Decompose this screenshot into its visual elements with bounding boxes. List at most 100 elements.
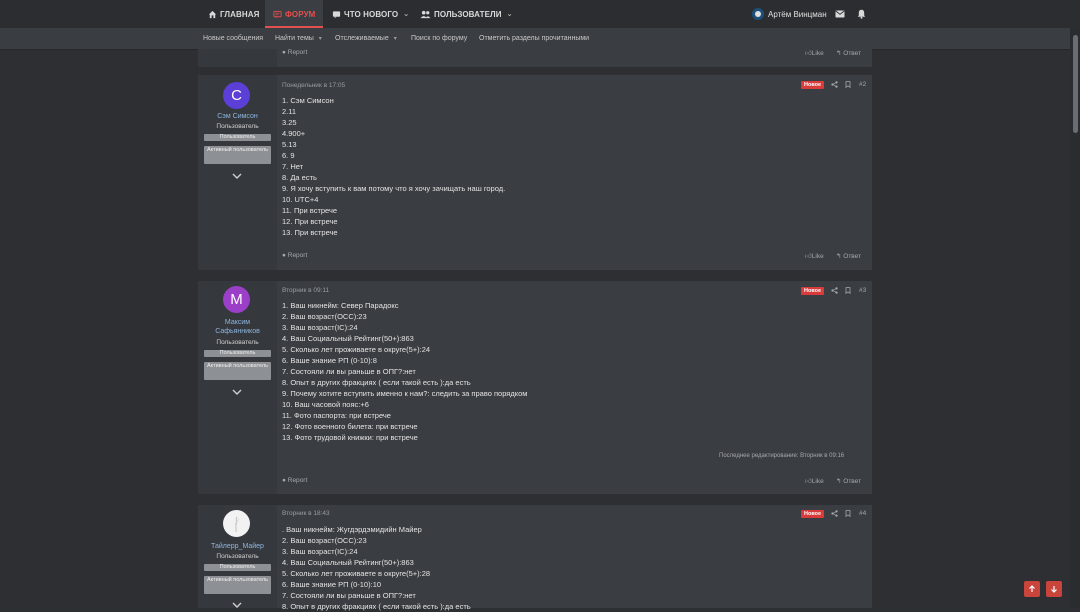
post-user-column bbox=[198, 49, 277, 67]
reply-icon: ↰ bbox=[836, 50, 842, 57]
subnav-watched[interactable]: Отслеживаемые ▾ bbox=[335, 28, 397, 49]
reply-icon: ↰ bbox=[836, 478, 842, 485]
post-main: Понедельник в 17:05 Новое #2 1. Сэм Симс… bbox=[277, 75, 872, 270]
chevron-down-icon: ▾ bbox=[318, 36, 322, 42]
post-main: Вторник в 18:43 Новое #4 . Ваш никнейм: … bbox=[277, 505, 872, 611]
post-user-column: С Сэм Симсон Пользователь Пользователь А… bbox=[198, 75, 277, 270]
chat-icon bbox=[332, 10, 341, 18]
nav-whats-new-label: ЧТО НОВОГО bbox=[344, 9, 399, 19]
chevron-down-icon: ▾ bbox=[393, 36, 397, 42]
nav-users[interactable]: ПОЛЬЗОВАТЕЛИ ⌄ bbox=[414, 0, 519, 28]
username-link[interactable]: Сэм Симсон bbox=[198, 112, 277, 121]
post-body: . Ваш никнейм: Жугдэрдэмидийн Майер 2. В… bbox=[282, 525, 471, 611]
reply-label: Ответ bbox=[843, 253, 862, 260]
username-link[interactable]: Максим Сафьянников bbox=[198, 318, 277, 336]
post: С Сэм Симсон Пользователь Пользователь А… bbox=[198, 75, 872, 270]
post: Тайлерр_Майер Пользователь Пользователь … bbox=[198, 505, 872, 611]
chevron-down-icon[interactable] bbox=[232, 388, 242, 396]
post-number[interactable]: #3 bbox=[859, 287, 866, 294]
edit-note: Последнее редактирование: Вторник в 09:1… bbox=[719, 453, 845, 459]
scrollbar-thumb[interactable] bbox=[1073, 35, 1078, 133]
bookmark-icon[interactable] bbox=[845, 287, 851, 294]
nav-home-label: ГЛАВНАЯ bbox=[220, 9, 260, 19]
user-title: Пользователь bbox=[216, 339, 259, 346]
like-button[interactable]: 👍︎Like bbox=[805, 252, 824, 260]
post-date[interactable]: Понедельник в 17:05 bbox=[282, 82, 345, 89]
report-label: Report bbox=[287, 477, 308, 484]
share-icon[interactable] bbox=[831, 81, 838, 88]
avatar bbox=[752, 8, 764, 20]
bookmark-icon[interactable] bbox=[845, 510, 851, 517]
new-badge: Новое bbox=[801, 510, 825, 518]
chevron-down-icon[interactable]: ⌄ bbox=[403, 10, 409, 18]
share-icon[interactable] bbox=[831, 287, 838, 294]
report-label: Report bbox=[287, 49, 308, 56]
scroll-up-button[interactable] bbox=[1024, 581, 1040, 597]
post-main: Вторник в 09:11 Новое #3 1. Ваш никнейм:… bbox=[277, 281, 872, 494]
report-icon: ● bbox=[282, 477, 286, 484]
user-badge: Пользователь bbox=[204, 564, 271, 571]
reply-label: Ответ bbox=[843, 478, 862, 485]
home-icon bbox=[208, 10, 217, 18]
forum-icon bbox=[273, 10, 282, 18]
subnav-mark-read[interactable]: Отметить разделы прочитанными bbox=[479, 28, 589, 49]
avatar-letter: М bbox=[230, 291, 243, 308]
username-link[interactable]: Тайлерр_Майер bbox=[198, 542, 277, 551]
arrow-up-icon bbox=[1029, 585, 1035, 592]
bell-icon[interactable] bbox=[857, 0, 866, 28]
report-button[interactable]: ● Report bbox=[282, 49, 307, 56]
report-icon: ● bbox=[282, 252, 286, 259]
chevron-down-icon[interactable] bbox=[232, 172, 242, 180]
user-menu[interactable]: Артём Винцман bbox=[752, 0, 827, 28]
post-main: ● Report 👍︎Like ↰ Ответ bbox=[277, 49, 872, 67]
avatar[interactable]: М bbox=[223, 286, 250, 313]
nav-home[interactable]: ГЛАВНАЯ bbox=[200, 0, 268, 28]
top-navigation bbox=[0, 0, 1080, 28]
nav-forum[interactable]: ФОРУМ bbox=[265, 0, 324, 28]
chevron-down-icon[interactable]: ⌄ bbox=[507, 10, 513, 18]
arrow-down-icon bbox=[1051, 586, 1057, 593]
like-label: Like bbox=[811, 50, 824, 57]
reply-button[interactable]: ↰ Ответ bbox=[836, 252, 861, 260]
like-label: Like bbox=[811, 478, 824, 485]
subnav-find-threads[interactable]: Найти темы ▾ bbox=[275, 28, 322, 49]
avatar[interactable]: С bbox=[223, 82, 250, 109]
user-title: Пользователь bbox=[216, 553, 259, 560]
like-button[interactable]: 👍︎Like bbox=[805, 477, 824, 485]
report-icon: ● bbox=[282, 49, 286, 56]
reply-button[interactable]: ↰ Ответ bbox=[836, 477, 861, 485]
report-button[interactable]: ● Report bbox=[282, 477, 307, 484]
username: Артём Винцман bbox=[768, 9, 827, 19]
post-number[interactable]: #4 bbox=[859, 510, 866, 517]
reply-button[interactable]: ↰ Ответ bbox=[836, 49, 861, 57]
scroll-down-button[interactable] bbox=[1046, 581, 1062, 597]
thumbs-up-icon: 👍︎ bbox=[805, 253, 812, 260]
bookmark-icon[interactable] bbox=[845, 81, 851, 88]
avatar-letter: С bbox=[231, 87, 242, 104]
nav-forum-label: ФОРУМ bbox=[285, 9, 316, 19]
thumbs-up-icon: 👍︎ bbox=[805, 50, 812, 57]
post-body: 1. Сэм Симсон 2.11 3.25 4.900+ 5.13 6. 9… bbox=[282, 96, 506, 237]
post-date[interactable]: Вторник в 09:11 bbox=[282, 287, 329, 294]
post-body: 1. Ваш никнейм: Север Парадокс 2. Ваш во… bbox=[282, 301, 528, 442]
report-button[interactable]: ● Report bbox=[282, 252, 307, 259]
user-title: Пользователь bbox=[216, 123, 259, 130]
subnav-search[interactable]: Поиск по форуму bbox=[411, 28, 467, 49]
like-button[interactable]: 👍︎Like bbox=[805, 49, 824, 57]
share-icon[interactable] bbox=[831, 510, 838, 517]
user-badge: Пользователь bbox=[204, 350, 271, 357]
previous-post: ● Report 👍︎Like ↰ Ответ bbox=[198, 49, 872, 67]
report-label: Report bbox=[287, 252, 308, 259]
reply-icon: ↰ bbox=[836, 253, 842, 260]
post-date[interactable]: Вторник в 18:43 bbox=[282, 510, 330, 517]
post-number[interactable]: #2 bbox=[859, 81, 866, 88]
reply-label: Ответ bbox=[843, 50, 862, 57]
subnav-new-posts[interactable]: Новые сообщения bbox=[203, 28, 263, 49]
inbox-icon[interactable] bbox=[835, 0, 845, 28]
new-badge: Новое bbox=[801, 81, 825, 89]
nav-users-label: ПОЛЬЗОВАТЕЛИ bbox=[434, 9, 502, 19]
nav-whats-new[interactable]: ЧТО НОВОГО ⌄ bbox=[326, 0, 415, 28]
post-user-column: М Максим Сафьянников Пользователь Пользо… bbox=[198, 281, 277, 494]
subnav-watched-label: Отслеживаемые bbox=[335, 35, 389, 42]
avatar[interactable] bbox=[223, 510, 250, 537]
